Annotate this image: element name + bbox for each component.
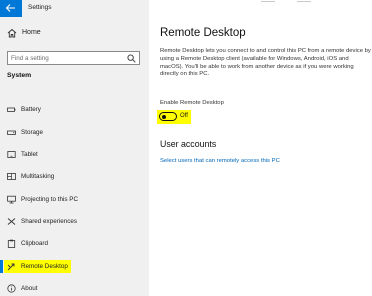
sidebar-item-tablet[interactable]: Tablet: [0, 147, 149, 162]
sidebar-item-about[interactable]: About: [0, 281, 149, 296]
selection-indicator: [0, 260, 3, 273]
title-bar: Settings: [0, 0, 149, 17]
minimize-button[interactable]: [261, 1, 275, 2]
sidebar-item-label: Projecting to this PC: [21, 196, 79, 203]
section-title: System: [7, 72, 32, 79]
sidebar-item-label: Clipboard: [21, 240, 48, 247]
toggle-state-text: Off: [180, 113, 188, 119]
sidebar-item-multitasking[interactable]: Multitasking: [0, 169, 149, 184]
sidebar-item-label: Storage: [21, 129, 44, 136]
projecting-icon: [7, 195, 16, 204]
sidebar-item-label: Battery: [21, 106, 41, 113]
back-button[interactable]: [0, 0, 22, 17]
info-icon: [7, 284, 16, 293]
storage-icon: [7, 130, 16, 135]
maximize-button[interactable]: [297, 1, 311, 2]
sidebar: Settings Home System Battery Storage: [0, 0, 149, 296]
toggle-label: Enable Remote Desktop: [160, 100, 224, 106]
toggle-knob: [162, 114, 166, 119]
remote-desktop-icon: [7, 263, 15, 271]
user-accounts-heading: User accounts: [160, 139, 217, 149]
sidebar-item-battery[interactable]: Battery: [0, 102, 149, 117]
sidebar-item-label: Tablet: [21, 151, 38, 158]
sidebar-item-shared-experiences[interactable]: Shared experiences: [0, 214, 149, 229]
main-content: Remote Desktop Remote Desktop lets you c…: [149, 0, 372, 296]
home-icon: [7, 28, 17, 38]
window-controls: [149, 0, 372, 8]
home-nav-item[interactable]: Home: [7, 27, 137, 39]
home-label: Home: [22, 29, 41, 36]
select-users-link[interactable]: Select users that can remotely access th…: [160, 158, 280, 164]
multitasking-icon: [7, 173, 16, 180]
shared-experiences-icon: [7, 218, 16, 225]
search-icon[interactable]: [127, 54, 136, 63]
sidebar-item-label: About: [21, 285, 38, 292]
tablet-icon: [7, 151, 16, 158]
description-text: Remote Desktop lets you connect to and c…: [160, 48, 371, 78]
clipboard-icon: [7, 239, 16, 248]
sidebar-item-remote-desktop[interactable]: Remote Desktop: [0, 259, 149, 274]
sidebar-item-storage[interactable]: Storage: [0, 125, 149, 140]
sidebar-item-label: Shared experiences: [21, 218, 78, 225]
sidebar-item-clipboard[interactable]: Clipboard: [0, 236, 149, 251]
page-title: Remote Desktop: [160, 27, 246, 39]
search-input[interactable]: [11, 54, 121, 63]
back-arrow-icon: [5, 4, 15, 12]
battery-icon: [7, 107, 16, 112]
enable-remote-desktop-toggle[interactable]: [159, 112, 177, 121]
sidebar-item-label: Remote Desktop: [21, 263, 68, 270]
search-box[interactable]: [7, 51, 140, 65]
app-title: Settings: [28, 4, 52, 11]
sidebar-item-label: Multitasking: [21, 173, 55, 180]
sidebar-item-projecting[interactable]: Projecting to this PC: [0, 192, 149, 207]
